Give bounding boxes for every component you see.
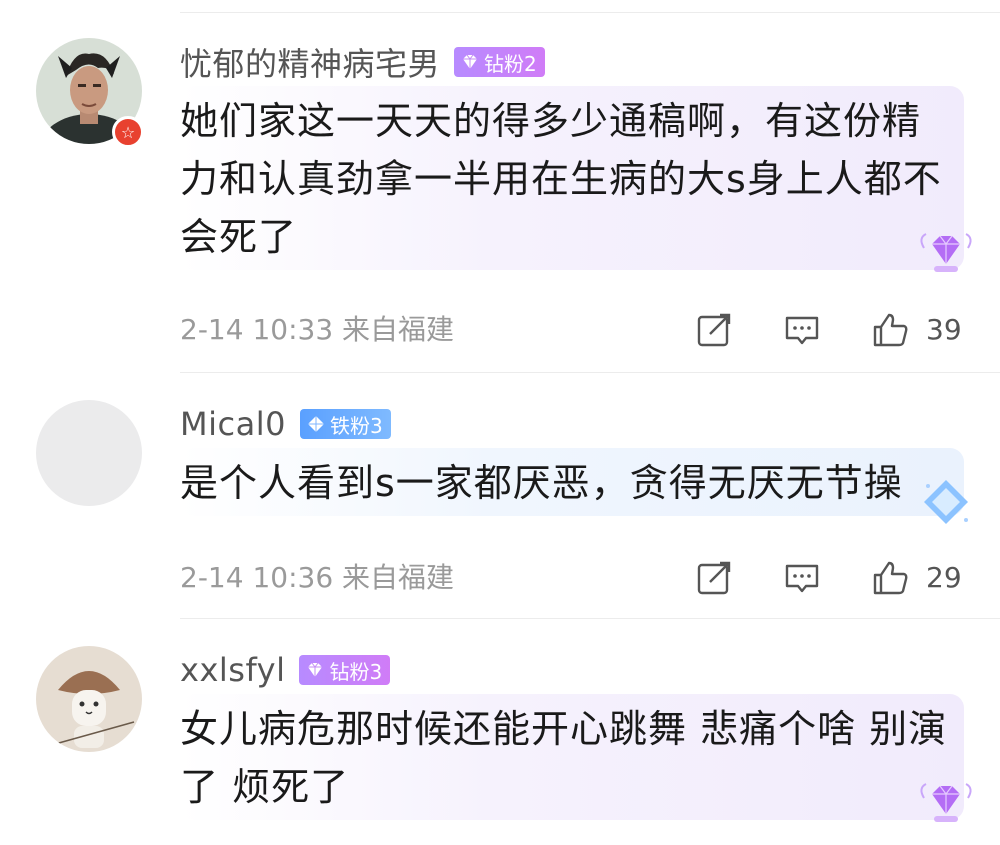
comment-item: xxlsfyl 钻粉3 女儿病危那时候还能开心跳舞 悲痛个啥 别演了 烦死了 — [0, 618, 1000, 845]
username[interactable]: xxlsfyl — [180, 651, 285, 689]
username[interactable]: 忧郁的精神病宅男 — [180, 39, 440, 85]
timestamp: 2-14 10:33 来自福建 — [180, 313, 455, 346]
diamond-icon — [308, 662, 323, 677]
share-icon[interactable] — [696, 312, 732, 348]
diamond-fan-decoration-icon — [920, 783, 972, 822]
diamond-fan-decoration-icon — [920, 233, 972, 272]
comment-icon[interactable] — [784, 560, 820, 596]
verified-badge-icon: ☆ — [112, 116, 144, 148]
comment-item: Mical0 铁粉3 是个人看到s一家都厌恶，贪得无厌无节操 2-14 10:3… — [0, 372, 1000, 618]
badge-label: 铁粉3 — [329, 413, 383, 438]
like-icon[interactable] — [870, 560, 910, 596]
like-count: 29 — [926, 561, 962, 594]
like-count: 39 — [926, 313, 962, 346]
comment-text: 是个人看到s一家都厌恶，贪得无厌无节操 — [180, 461, 903, 505]
badge-label: 钻粉2 — [484, 51, 537, 76]
diamond-icon — [463, 54, 478, 69]
comment-text: 女儿病危那时候还能开心跳舞 悲痛个啥 别演了 烦死了 — [180, 707, 948, 809]
fan-level-badge: 钻粉2 — [454, 47, 545, 77]
comment-icon[interactable] — [784, 312, 820, 348]
avatar[interactable] — [36, 400, 142, 506]
avatar[interactable] — [36, 646, 142, 752]
diamond-icon — [307, 416, 324, 432]
fan-level-badge: 铁粉3 — [299, 409, 391, 439]
timestamp: 2-14 10:36 来自福建 — [180, 561, 455, 594]
like-icon[interactable] — [870, 312, 910, 348]
comment-text: 她们家这一天天的得多少通稿啊，有这份精力和认真劲拿一半用在生病的大s身上人都不会… — [180, 99, 942, 259]
iron-fan-decoration-icon — [924, 480, 968, 524]
badge-label: 钻粉3 — [329, 659, 383, 684]
fan-level-badge: 钻粉3 — [299, 655, 391, 685]
comment-item: ☆ 忧郁的精神病宅男 钻粉2 她们家这一天天的得多少通稿啊，有这份精力和认真劲拿… — [0, 0, 1000, 372]
username[interactable]: Mical0 — [180, 405, 286, 443]
share-icon[interactable] — [696, 560, 732, 596]
